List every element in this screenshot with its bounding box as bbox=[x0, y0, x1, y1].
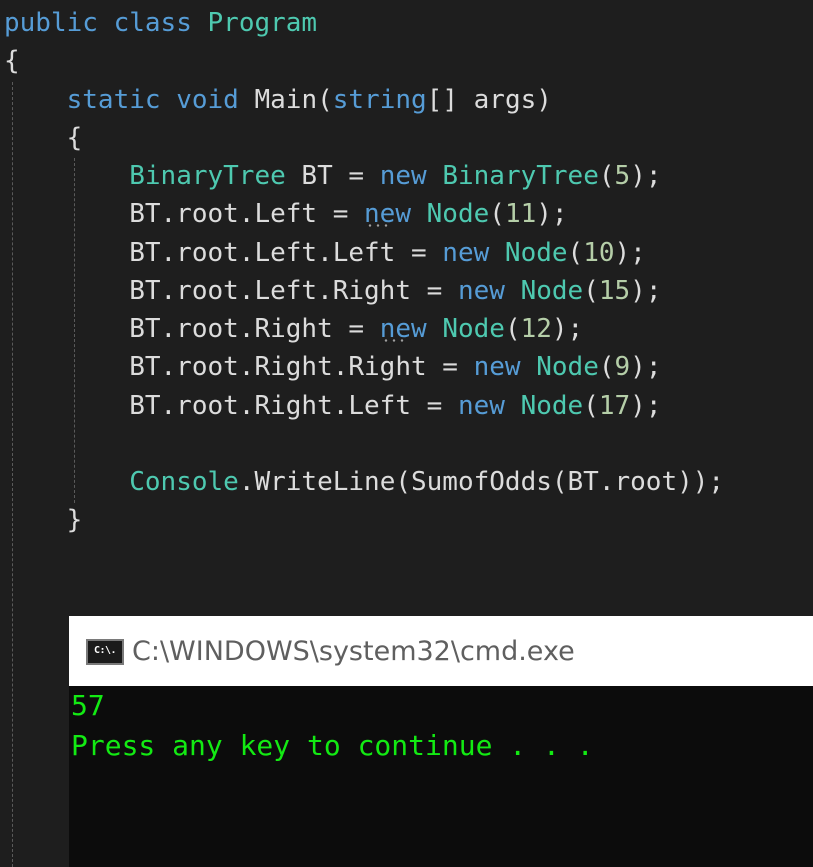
keyword-token: new bbox=[473, 352, 521, 382]
keyword-token: new bbox=[457, 391, 505, 421]
number-token: 9 bbox=[614, 352, 631, 382]
keyword-token: static bbox=[66, 85, 161, 115]
keyword-token: void bbox=[176, 85, 239, 115]
code-token: { bbox=[4, 46, 20, 76]
code-line[interactable]: BT.root.Left = new Node(11); bbox=[4, 195, 568, 233]
code-line[interactable]: Console.WriteLine(SumofOdds(BT.root)); bbox=[4, 463, 724, 501]
code-line[interactable]: BT.root.Right.Right = new Node(9); bbox=[4, 348, 661, 386]
type-token: Node bbox=[504, 238, 568, 268]
console-output: 57 Press any key to continue . . . bbox=[69, 686, 813, 867]
code-token: ( bbox=[583, 276, 599, 306]
code-token: ); bbox=[630, 391, 662, 421]
code-token: BT.root.Left.Left = bbox=[4, 238, 443, 268]
code-token: ); bbox=[551, 314, 584, 344]
type-token: Node bbox=[520, 276, 584, 306]
code-line[interactable]: BT.root.Right.Left = new Node(17); bbox=[4, 387, 661, 425]
code-line[interactable]: BT.root.Left.Left = new Node(10); bbox=[4, 234, 646, 272]
keyword-token: class bbox=[113, 8, 192, 38]
code-token: .WriteLine(SumofOdds(BT.root)); bbox=[238, 467, 725, 497]
type-token: Node bbox=[520, 391, 584, 421]
number-token: 11 bbox=[504, 199, 537, 229]
type-token: Node bbox=[442, 314, 505, 344]
keyword-token: new bbox=[379, 314, 427, 344]
code-token: ( bbox=[598, 161, 615, 191]
code-token: ); bbox=[536, 199, 568, 229]
type-token: BinaryTree bbox=[442, 161, 599, 191]
number-token: 15 bbox=[598, 276, 631, 306]
keyword-token: new bbox=[442, 238, 490, 268]
code-line[interactable]: } bbox=[4, 501, 83, 539]
code-token: Main( bbox=[238, 85, 333, 115]
code-line[interactable]: BT.root.Right = new Node(12); bbox=[4, 310, 583, 348]
code-token: BT.root.Left = bbox=[4, 199, 365, 229]
type-token: BinaryTree bbox=[129, 161, 286, 191]
console-titlebar[interactable]: C:\. C:\WINDOWS\system32\cmd.exe bbox=[69, 616, 813, 686]
code-line[interactable]: BT.root.Left.Right = new Node(15); bbox=[4, 272, 661, 310]
code-token: ); bbox=[630, 352, 662, 382]
code-token: } bbox=[4, 505, 83, 535]
type-token: Node bbox=[536, 352, 599, 382]
number-token: 5 bbox=[614, 161, 631, 191]
code-token: ( bbox=[504, 314, 521, 344]
number-token: 17 bbox=[598, 391, 631, 421]
code-token: ( bbox=[598, 352, 615, 382]
code-token: ); bbox=[630, 161, 662, 191]
code-token: ); bbox=[630, 276, 662, 306]
code-token: ( bbox=[489, 199, 505, 229]
code-token: BT.root.Right = bbox=[4, 314, 380, 344]
type-token: Program bbox=[207, 8, 318, 38]
code-token: BT = bbox=[285, 161, 380, 191]
code-token: ( bbox=[567, 238, 584, 268]
code-line[interactable]: public class Program bbox=[4, 4, 317, 42]
keyword-token: new bbox=[379, 161, 427, 191]
keyword-token: string bbox=[332, 85, 427, 115]
code-token: ); bbox=[614, 238, 646, 268]
number-token: 10 bbox=[583, 238, 615, 268]
code-line[interactable]: { bbox=[4, 42, 20, 80]
code-line[interactable]: { bbox=[4, 119, 83, 157]
code-token: BT.root.Right.Left = bbox=[4, 391, 458, 421]
console-output-prompt: Press any key to continue . . . bbox=[71, 729, 594, 762]
console-title: C:\WINDOWS\system32\cmd.exe bbox=[132, 636, 575, 667]
cmd-icon: C:\. bbox=[86, 639, 124, 665]
code-token: ( bbox=[583, 391, 599, 421]
number-token: 12 bbox=[520, 314, 552, 344]
console-window[interactable]: C:\. C:\WINDOWS\system32\cmd.exe 57 Pres… bbox=[69, 616, 813, 867]
code-line[interactable]: BinaryTree BT = new BinaryTree(5); bbox=[4, 157, 662, 195]
code-token: [] args) bbox=[426, 85, 552, 115]
type-token: Console bbox=[129, 467, 239, 497]
code-token: BT.root.Right.Right = bbox=[4, 352, 474, 382]
type-token: Node bbox=[426, 199, 490, 229]
keyword-token: public bbox=[4, 8, 98, 38]
console-output-result: 57 bbox=[71, 689, 105, 722]
keyword-token: new bbox=[364, 199, 411, 229]
code-token: BT.root.Left.Right = bbox=[4, 276, 458, 306]
code-line[interactable]: static void Main(string[] args) bbox=[4, 81, 552, 119]
keyword-token: new bbox=[457, 276, 505, 306]
code-token: { bbox=[4, 123, 83, 153]
